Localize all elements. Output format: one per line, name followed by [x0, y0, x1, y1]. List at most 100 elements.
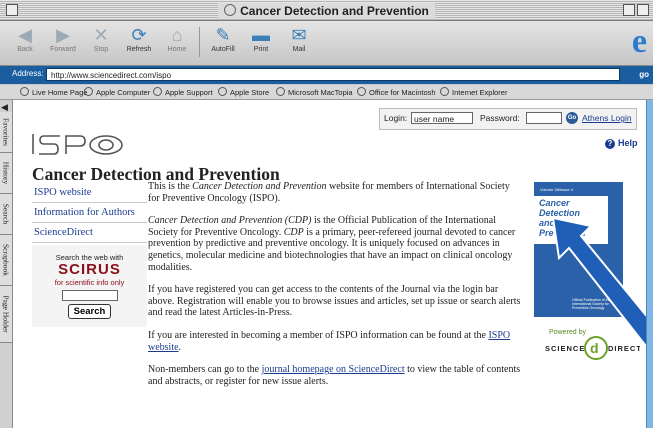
tab-scrapbook-label: Scrapbook: [1, 243, 11, 277]
cover-title-line: Detection: [539, 208, 581, 218]
autofill-label: AutoFill: [211, 46, 235, 53]
tab-page-holder-label: Page Holder: [1, 295, 11, 333]
non-members-paragraph: Non-members can go to the journal homepa…: [148, 364, 522, 387]
login-label: Login:: [384, 113, 408, 123]
stop-button[interactable]: ✕ Stop: [82, 24, 120, 53]
nav-information-for-authors[interactable]: Information for Authors: [32, 203, 147, 223]
journal-title-emphasis: Cancer Detection and Prevention: [192, 181, 327, 192]
home-icon: ⌂: [171, 25, 183, 45]
explorer-bar-tabs: ◀ Favorites History Search Scrapbook Pag…: [0, 100, 13, 428]
scirus-tagline: for scientific info only: [54, 278, 125, 287]
journal-homepage-link[interactable]: journal homepage on ScienceDirect: [262, 364, 405, 375]
registration-paragraph: If you have registered you can get acces…: [148, 284, 521, 319]
tab-search-label: Search: [1, 203, 11, 225]
favorite-label: Apple Store: [230, 88, 270, 97]
favorite-link[interactable]: Office for Macintosh: [357, 87, 436, 97]
tab-history-label: History: [1, 161, 11, 185]
forward-button[interactable]: ▶ Forward: [44, 24, 82, 53]
favorite-label: Internet Explorer: [452, 88, 508, 97]
back-button[interactable]: ◀ Back: [6, 24, 44, 53]
favorite-icon: [276, 87, 285, 96]
athens-login-link[interactable]: Athens Login: [582, 113, 632, 123]
home-label: Home: [167, 46, 187, 53]
journal-title-emphasis: Cancer Detection and Prevention (CDP): [148, 215, 312, 227]
text: Non-members can go to the: [148, 364, 262, 376]
main-content: This is the Cancer Detection and Prevent…: [148, 181, 522, 398]
journal-abbr-emphasis: CDP: [283, 226, 304, 238]
scirus-logo: SCIRUS: [58, 261, 121, 278]
go-button[interactable]: go: [623, 68, 649, 81]
collapse-box[interactable]: [637, 4, 649, 16]
forward-arrow-icon: ▶: [56, 25, 70, 45]
ispo-logo: [32, 134, 123, 155]
home-button[interactable]: ⌂ Home: [158, 24, 196, 53]
scirus-search-button[interactable]: Search: [67, 304, 112, 319]
forward-label: Forward: [50, 46, 76, 53]
help-icon: ?: [605, 139, 615, 149]
cover-volume: Volume 28/Issue 4: [540, 187, 573, 192]
mail-label: Mail: [292, 46, 306, 53]
favorite-icon: [84, 87, 93, 96]
text: If you are interested in becoming a memb…: [148, 329, 489, 341]
nav-sciencedirect[interactable]: ScienceDirect: [32, 223, 147, 243]
web-page: Login: user name Password: Go Athens Log…: [13, 100, 646, 428]
tab-favorites[interactable]: Favorites: [0, 112, 12, 153]
window-title: Cancer Detection and Prevention: [218, 3, 435, 19]
intro-paragraph: This is the Cancer Detection and Prevent…: [148, 181, 522, 204]
address-field[interactable]: http://www.sciencedirect.com/ispo: [46, 68, 620, 81]
favorite-link[interactable]: Internet Explorer: [440, 87, 507, 97]
about-paragraph: Cancer Detection and Prevention (CDP) is…: [148, 215, 522, 273]
annotation-arrow-icon: [553, 218, 646, 348]
mail-icon: ✉: [291, 25, 307, 45]
scrollbar[interactable]: [646, 100, 653, 428]
favorite-link[interactable]: Live Home Page: [20, 87, 87, 97]
page-icon: [224, 4, 237, 16]
favorite-label: Apple Computer: [96, 88, 151, 97]
favorite-link[interactable]: Microsoft MacTopia: [276, 87, 353, 97]
favorite-icon: [357, 87, 366, 96]
favorite-icon: [153, 87, 162, 96]
favorite-icon: [440, 87, 449, 96]
print-button[interactable]: ▬ Print: [242, 24, 280, 53]
favorite-link[interactable]: Apple Computer: [84, 87, 150, 97]
cover-title-line: Cancer: [539, 198, 570, 208]
login-go-button[interactable]: Go: [566, 112, 578, 124]
tab-search[interactable]: Search: [0, 194, 12, 235]
zoom-box[interactable]: [623, 4, 635, 16]
scirus-search-input[interactable]: [61, 290, 118, 301]
back-arrow-icon: ◀: [18, 25, 32, 45]
tab-history[interactable]: History: [0, 153, 12, 194]
text: .: [178, 341, 182, 353]
autofill-icon: ✎: [215, 25, 231, 45]
refresh-button[interactable]: ⟳ Refresh: [120, 24, 158, 53]
login-bar: Login: user name Password: Go Athens Log…: [379, 108, 637, 130]
left-navigation: ISPO website Information for Authors Sci…: [32, 183, 147, 243]
help-label: Help: [618, 138, 638, 148]
password-input[interactable]: [526, 112, 562, 124]
window-title-wrap: Cancer Detection and Prevention: [0, 2, 653, 20]
nav-ispo-website[interactable]: ISPO website: [32, 183, 147, 203]
favorites-bar: Live Home Page Apple Computer Apple Supp…: [0, 85, 653, 100]
membership-paragraph: If you are interested in becoming a memb…: [148, 330, 522, 353]
tab-page-holder[interactable]: Page Holder: [0, 286, 12, 343]
help-link[interactable]: ? Help: [605, 138, 638, 149]
text: This is the: [148, 181, 193, 192]
address-label: Address:: [12, 69, 44, 78]
autofill-button[interactable]: ✎ AutoFill: [204, 24, 242, 53]
favorite-link[interactable]: Apple Support: [153, 87, 213, 97]
favorite-link[interactable]: Apple Store: [218, 87, 269, 97]
favorite-label: Live Home Page: [32, 88, 88, 97]
window-title-text: Cancer Detection and Prevention: [240, 4, 429, 18]
refresh-icon: ⟳: [131, 25, 147, 45]
mail-button[interactable]: ✉ Mail: [280, 24, 318, 53]
username-input[interactable]: user name: [411, 112, 473, 124]
browser-toolbar: ◀ Back ▶ Forward ✕ Stop ⟳ Refresh ⌂ Home…: [0, 21, 653, 66]
password-label: Password:: [480, 113, 520, 123]
favorite-icon: [20, 87, 29, 96]
favorite-icon: [218, 87, 227, 96]
tab-scrapbook[interactable]: Scrapbook: [0, 235, 12, 286]
address-bar: Address: http://www.sciencedirect.com/is…: [0, 66, 653, 84]
back-label: Back: [17, 46, 33, 53]
internet-explorer-logo-icon: e: [631, 23, 647, 60]
tab-favorites-label: Favorites: [1, 118, 11, 146]
